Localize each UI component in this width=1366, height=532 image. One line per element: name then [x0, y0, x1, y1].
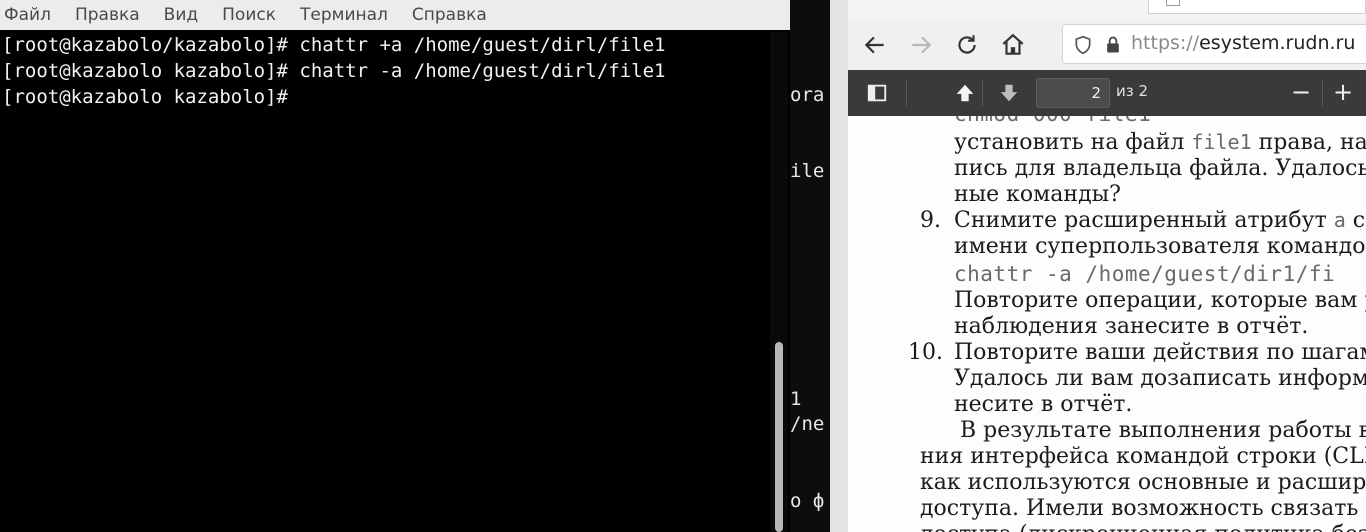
- pdf-text-line: ния интерфейса командой строки (CLI),: [920, 444, 1366, 469]
- back-button[interactable]: [858, 28, 892, 62]
- browser-tab[interactable]: [1148, 0, 1366, 14]
- page-up-icon: [956, 84, 974, 102]
- pdf-toolbar: 2 из 2 − +: [848, 70, 1366, 116]
- tab-icon: [1166, 0, 1180, 6]
- next-page-button[interactable]: [996, 80, 1022, 106]
- zoom-in-button[interactable]: +: [1328, 78, 1358, 108]
- pdf-text-line: наблюдения занесите в отчёт.: [954, 314, 1309, 339]
- background-text-fragment: ora: [790, 84, 825, 106]
- pdf-text: с фа: [1352, 208, 1366, 233]
- pdf-text-line: установить на файл file1 права, наг: [954, 130, 1366, 155]
- pdf-code-text: chmod 000 file1: [954, 116, 1151, 126]
- previous-page-button[interactable]: [952, 80, 978, 106]
- url-bar[interactable]: https://esystem.rudn.ru: [1062, 24, 1366, 64]
- pdf-text-line: несите в отчёт.: [954, 392, 1133, 417]
- menu-file[interactable]: Файл: [4, 5, 51, 25]
- terminal-menubar: Файл Правка Вид Поиск Терминал Справка: [0, 0, 790, 30]
- terminal-scrollbar[interactable]: [770, 32, 788, 532]
- forward-button[interactable]: [904, 28, 938, 62]
- reload-button[interactable]: [950, 28, 984, 62]
- pdf-text-line: пись для владельца файла. Удалось л: [954, 156, 1366, 181]
- pdf-text-line: доступа (дискреционная политика безо: [920, 522, 1366, 532]
- window-border: [830, 0, 848, 532]
- url-host: esystem.rudn.ru: [1199, 32, 1356, 54]
- background-text-fragment: ile: [790, 160, 825, 182]
- page-count-label: из 2: [1116, 82, 1149, 100]
- page-number-input[interactable]: 2: [1036, 78, 1110, 108]
- toolbar-divider: [1322, 80, 1323, 106]
- pdf-text-line: доступа. Имели возможность связать те: [920, 496, 1366, 521]
- pdf-text-line: имени суперпользователя командой: [954, 234, 1366, 259]
- browser-nav-bar: https://esystem.rudn.ru: [848, 18, 1366, 70]
- reload-icon: [958, 35, 976, 54]
- menu-view[interactable]: Вид: [164, 5, 198, 25]
- pdf-text-line: как используются основные и расширен: [920, 470, 1366, 495]
- terminal-line: [root@kazabolo/kazabolo]# chattr +a /hom…: [2, 34, 666, 56]
- back-arrow-icon: [864, 36, 884, 54]
- page-down-icon: [1000, 84, 1018, 102]
- pdf-text-line: Снимите расширенный атрибут a с фа: [954, 208, 1366, 233]
- terminal-prompt-line: [root@kazabolo kazabolo]#: [2, 86, 288, 108]
- pdf-text: Снимите расширенный атрибут: [954, 208, 1334, 233]
- pdf-inline-code: file1: [1191, 130, 1252, 154]
- browser-window: https://esystem.rudn.ru 2 из 2 − + chmod…: [848, 0, 1366, 532]
- url-scheme: https://: [1131, 32, 1200, 54]
- toolbar-divider: [982, 80, 983, 106]
- url-text: https://esystem.rudn.ru: [1131, 32, 1355, 54]
- menu-search[interactable]: Поиск: [222, 5, 276, 25]
- pdf-text-line: Повторите ваши действия по шагам, з: [954, 340, 1366, 365]
- lock-icon[interactable]: [1103, 34, 1123, 56]
- shield-icon[interactable]: [1073, 35, 1093, 55]
- terminal-output[interactable]: [root@kazabolo/kazabolo]# chattr +a /hom…: [2, 32, 770, 532]
- home-icon: [1002, 33, 1024, 55]
- pdf-text-line: В результате выполнения работы вы: [960, 418, 1366, 443]
- forward-arrow-icon: [912, 36, 932, 54]
- background-window-strip[interactable]: ora ile 1 /ne о ф: [790, 0, 830, 532]
- background-text-fragment: /ne: [790, 413, 825, 435]
- pdf-list-number: 10.: [908, 340, 943, 365]
- background-text-fragment: 1: [790, 388, 802, 410]
- zoom-out-button[interactable]: −: [1286, 78, 1316, 108]
- pdf-list-number: 9.: [920, 208, 941, 233]
- pdf-page[interactable]: chmod 000 file1 установить на файл file1…: [848, 116, 1366, 532]
- terminal-window: Файл Правка Вид Поиск Терминал Справка […: [0, 0, 790, 532]
- toolbar-divider: [906, 80, 907, 106]
- pdf-text-line: ные команды?: [954, 182, 1121, 207]
- terminal-scroll-thumb[interactable]: [775, 342, 783, 532]
- pdf-text-line: Удалось ли вам дозаписать информа: [954, 366, 1366, 391]
- sidebar-toggle-button[interactable]: [864, 80, 890, 106]
- sidebar-toggle-icon: [867, 84, 887, 102]
- terminal-line: [root@kazabolo kazabolo]# chattr -a /hom…: [2, 60, 666, 82]
- pdf-text: установить на файл: [954, 130, 1192, 155]
- pdf-inline-code: a: [1333, 208, 1346, 232]
- home-button[interactable]: [996, 28, 1030, 62]
- menu-edit[interactable]: Правка: [75, 5, 140, 25]
- menu-terminal[interactable]: Терминал: [300, 5, 388, 25]
- pdf-code-text: chattr -a /home/guest/dir1/fi: [954, 262, 1336, 286]
- pdf-text-line: Повторите операции, которые вам ра: [954, 288, 1366, 313]
- pdf-text: права, наг: [1258, 130, 1366, 155]
- background-text-fragment: о ф: [790, 490, 825, 512]
- menu-help[interactable]: Справка: [412, 5, 487, 25]
